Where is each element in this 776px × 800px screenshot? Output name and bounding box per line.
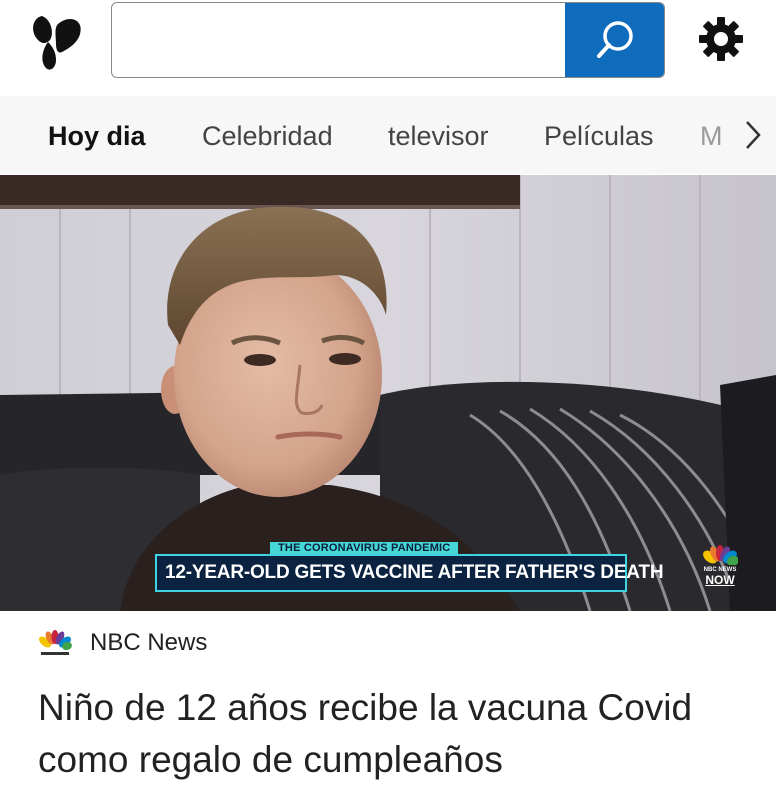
search-button[interactable] — [565, 3, 664, 77]
tab-hoy-dia[interactable]: Hoy dia — [48, 96, 146, 174]
search-box — [111, 2, 665, 78]
article-headline[interactable]: Niño de 12 años recibe la vacuna Covid c… — [38, 682, 758, 786]
lower-third-headline: 12-YEAR-OLD GETS VACCINE AFTER FATHER'S … — [155, 554, 664, 592]
tab-peliculas[interactable]: Películas — [544, 96, 654, 174]
chevron-right-icon[interactable] — [737, 118, 767, 152]
video-lower-third: THE CORONAVIRUS PANDEMIC 12-YEAR-OLD GET… — [155, 542, 664, 594]
tab-celebridad[interactable]: Celebridad — [202, 96, 333, 174]
source-name: NBC News — [90, 629, 208, 656]
search-input[interactable] — [112, 3, 566, 77]
nbc-peacock-icon — [703, 545, 738, 565]
article-source[interactable]: NBC News — [38, 626, 207, 660]
tab-more-truncated[interactable]: M — [700, 96, 723, 174]
gear-icon[interactable] — [696, 14, 746, 64]
butterfly-icon[interactable] — [28, 10, 84, 72]
now-bug-label: NOW — [705, 573, 735, 587]
article-video-thumbnail[interactable]: THE CORONAVIRUS PANDEMIC 12-YEAR-OLD GET… — [0, 175, 776, 611]
tab-televisor[interactable]: televisor — [388, 96, 489, 174]
category-tabs: Hoy dia Celebridad televisor Películas M — [0, 96, 776, 174]
search-icon — [596, 21, 633, 58]
top-bar — [0, 0, 776, 96]
nbc-peacock-icon — [39, 630, 72, 655]
